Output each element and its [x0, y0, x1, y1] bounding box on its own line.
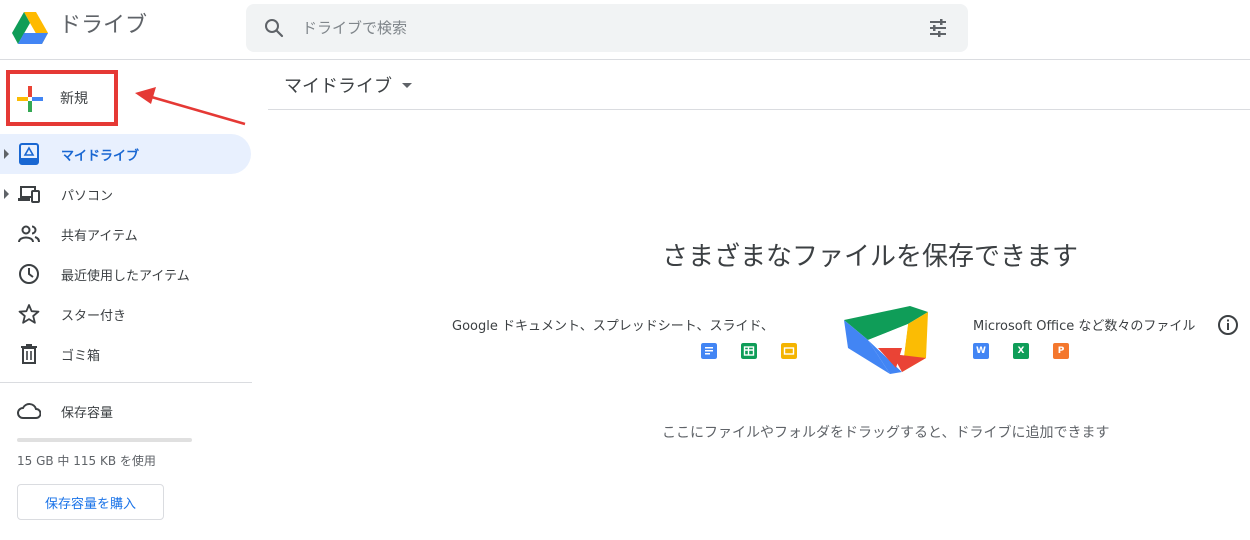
sidebar-item-label: パソコン [61, 189, 114, 204]
cloud-icon [17, 403, 41, 419]
storage-label: 保存容量 [61, 406, 114, 421]
main-toolbar: マイドライブ [268, 60, 1250, 110]
sidebar-item-computers[interactable]: パソコン [0, 174, 251, 214]
search-options-icon[interactable] [928, 18, 948, 38]
storage-usage-text: 15 GB 中 115 KB を使用 [17, 454, 156, 468]
shared-people-icon [18, 225, 40, 243]
computers-icon [18, 186, 40, 203]
office-files-description: Microsoft Office など数々のファイル [973, 319, 1196, 334]
search-bar[interactable] [246, 4, 968, 52]
trash-icon [21, 344, 37, 364]
search-icon[interactable] [264, 18, 284, 38]
storage-usage-bar [17, 438, 192, 442]
buy-storage-button[interactable]: 保存容量を購入 [17, 484, 164, 520]
google-apps-description: Google ドキュメント、スプレッドシート、スライド、 [452, 319, 774, 334]
word-icon: W [973, 343, 989, 359]
star-icon [18, 304, 40, 324]
sidebar-item-label: ゴミ箱 [61, 349, 101, 364]
top-header: ドライブ [0, 0, 1250, 60]
sidebar-item-trash[interactable]: ゴミ箱 [0, 334, 251, 374]
sidebar-item-label: 共有アイテム [61, 229, 138, 244]
sheets-icon [741, 343, 757, 359]
drive-logo-large-icon [844, 306, 928, 374]
sidebar-item-label: 最近使用したアイテム [61, 269, 190, 284]
app-title[interactable]: ドライブ [59, 10, 147, 42]
sidebar-item-label: マイドライブ [61, 149, 140, 164]
docs-icon [701, 343, 717, 359]
sidebar-item-starred[interactable]: スター付き [0, 294, 251, 334]
clock-icon [19, 264, 39, 284]
excel-icon: X [1013, 343, 1029, 359]
sidebar-item-shared[interactable]: 共有アイテム [0, 214, 251, 254]
drive-logo-icon[interactable] [11, 11, 49, 45]
new-button[interactable]: 新規 [6, 70, 118, 126]
new-button-label: 新規 [60, 91, 88, 107]
expand-caret-icon[interactable] [4, 149, 9, 159]
powerpoint-icon: P [1053, 343, 1069, 359]
sidebar-item-recent[interactable]: 最近使用したアイテム [0, 254, 251, 294]
slides-icon [781, 343, 797, 359]
chevron-down-icon[interactable] [402, 83, 412, 88]
my-drive-title-dropdown[interactable]: マイドライブ [284, 72, 392, 98]
sidebar-item-storage[interactable]: 保存容量 [0, 398, 252, 424]
drive-icon [19, 143, 39, 165]
info-icon[interactable] [1217, 314, 1239, 336]
plus-icon [17, 86, 43, 112]
search-input[interactable] [302, 12, 902, 44]
annotation-arrow [135, 87, 246, 126]
sidebar-item-my-drive[interactable]: マイドライブ [0, 134, 251, 174]
sidebar-nav: マイドライブ パソコン 共有アイテム 最近使用したアイテム スター付き ゴミ箱 [0, 134, 252, 374]
sidebar-divider [0, 382, 252, 383]
empty-state-heading: さまざまなファイルを保存できます [662, 242, 1079, 272]
sidebar-item-label: スター付き [61, 309, 127, 324]
expand-caret-icon[interactable] [4, 189, 9, 199]
drop-hint-text: ここにファイルやフォルダをドラッグすると、ドライブに追加できます [662, 425, 1110, 441]
